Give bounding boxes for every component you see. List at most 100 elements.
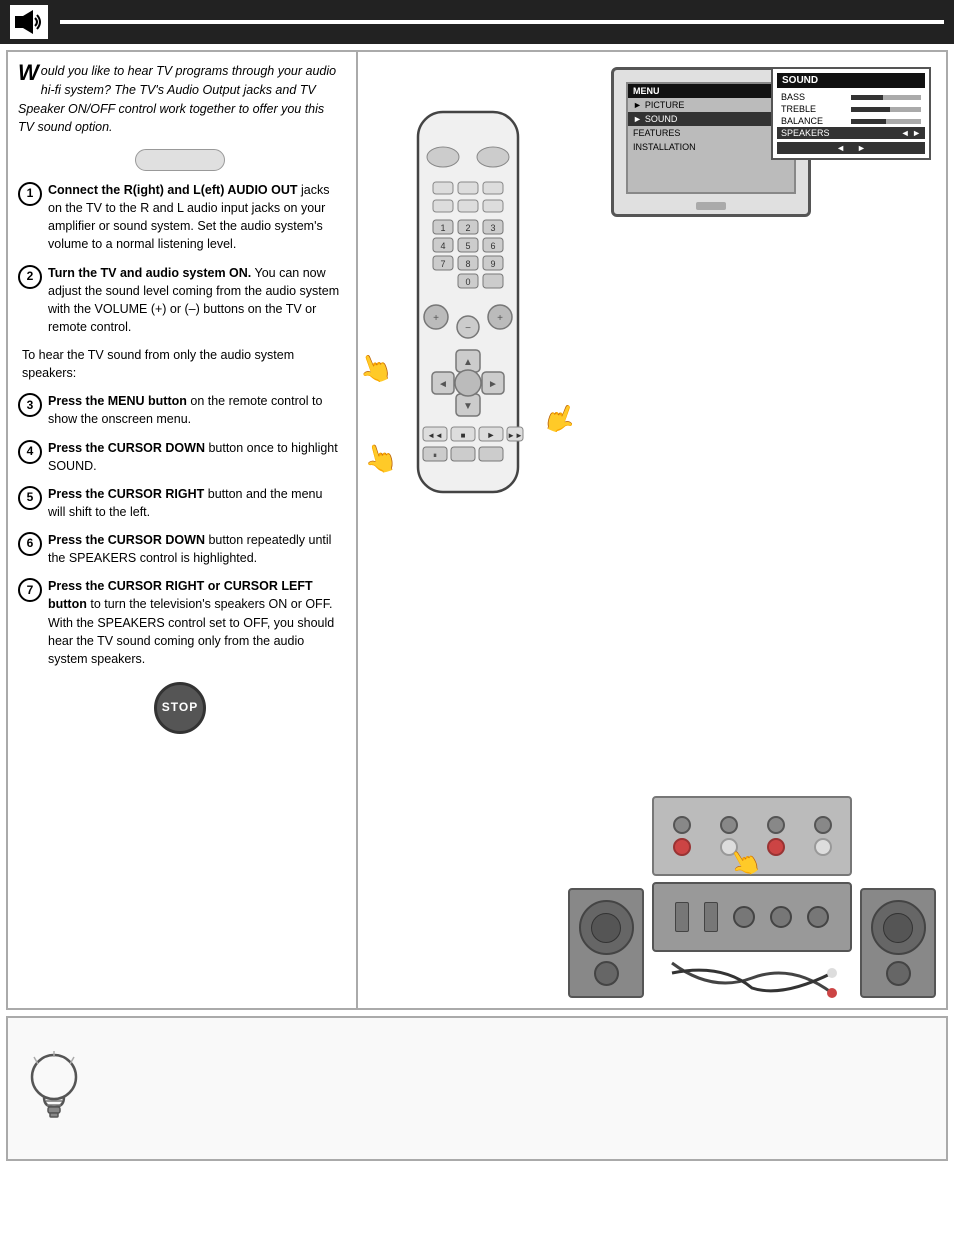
step-7-num: 7 (18, 578, 42, 602)
left-speaker (568, 888, 644, 998)
arrow-bar: ◄► (777, 142, 925, 154)
speaker-icon-box (10, 5, 48, 39)
jack-red-1 (673, 838, 691, 856)
stop-badge-area: STOP (18, 682, 342, 734)
amp-dial-3 (807, 906, 829, 928)
svg-text:⏸: ⏸ (433, 451, 437, 460)
sound-item-balance: BALANCE (777, 115, 925, 127)
center-unit (652, 796, 852, 998)
remote-control-illustration: 1 2 3 4 5 6 7 8 (388, 102, 548, 555)
speaker-cone-large (579, 900, 634, 955)
tv-menu-area: MENU ►PICTURE ►SOUND FEATURES INSTALLATI… (601, 67, 931, 227)
step-5: 5 Press the CURSOR RIGHT button and the … (18, 485, 342, 521)
step-5-bold: Press the CURSOR RIGHT (48, 487, 204, 501)
jack-1 (673, 816, 691, 834)
header-bar (0, 0, 954, 44)
svg-text:5: 5 (465, 241, 470, 251)
cables-svg (652, 958, 852, 998)
step-6: 6 Press the CURSOR DOWN button repeatedl… (18, 531, 342, 567)
tv-menu-header: MENU (628, 84, 794, 98)
amp-slot-2 (704, 902, 718, 932)
amp-slot-1 (675, 902, 689, 932)
step-3: 3 Press the MENU button on the remote co… (18, 392, 342, 428)
svg-text:9: 9 (490, 259, 495, 269)
stop-label: STOP (162, 699, 198, 716)
decorative-pill (135, 149, 225, 171)
stop-button: STOP (154, 682, 206, 734)
right-illustration-panel: MENU ►PICTURE ►SOUND FEATURES INSTALLATI… (358, 52, 946, 1008)
speaker-cone-inner (591, 913, 621, 943)
sound-item-treble: TREBLE (777, 103, 925, 115)
tv-menu-item-picture: ►PICTURE (628, 98, 794, 112)
step-7: 7 Press the CURSOR RIGHT or CURSOR LEFT … (18, 577, 342, 668)
step-2-text: Turn the TV and audio system ON. You can… (48, 264, 342, 337)
svg-text:0: 0 (465, 277, 470, 287)
right-speaker-cone-inner (883, 913, 913, 943)
svg-text:►►: ►► (507, 431, 523, 440)
intro-text: ould you like to hear TV programs throug… (18, 64, 336, 134)
step-5-num: 5 (18, 486, 42, 510)
step-2: 2 Turn the TV and audio system ON. You c… (18, 264, 342, 337)
step-1-num: 1 (18, 182, 42, 206)
intro-paragraph: Would you like to hear TV programs throu… (18, 62, 342, 137)
svg-text:2: 2 (465, 223, 470, 233)
step-4-text: Press the CURSOR DOWN button once to hig… (48, 439, 342, 475)
step-2-bold: Turn the TV and audio system ON. (48, 266, 251, 280)
svg-text:1: 1 (440, 223, 445, 233)
tv-stand (696, 202, 726, 210)
step-1-bold: Connect the R(ight) and L(eft) AUDIO OUT (48, 183, 298, 197)
jack-4 (814, 816, 832, 834)
svg-text:6: 6 (490, 241, 495, 251)
step-7-rest: to turn the television's speakers ON or … (48, 597, 334, 665)
right-speaker (860, 888, 936, 998)
sound-submenu-screen: SOUND BASS TREBLE BALANCE (771, 67, 931, 160)
step-6-num: 6 (18, 532, 42, 556)
step-5-text: Press the CURSOR RIGHT button and the me… (48, 485, 342, 521)
main-content: Would you like to hear TV programs throu… (6, 50, 948, 1010)
svg-text:◄◄: ◄◄ (427, 431, 443, 440)
speaker-icon (13, 8, 45, 36)
right-speaker-cone-large (871, 900, 926, 955)
step-4-num: 4 (18, 440, 42, 464)
step-4-bold: Press the CURSOR DOWN (48, 441, 205, 455)
tv-menu-item-install: INSTALLATION (628, 140, 794, 154)
tv-menu-item-features: FEATURES (628, 126, 794, 140)
svg-text:+: + (497, 313, 503, 324)
plain-text-transition: To hear the TV sound from only the audio… (18, 346, 342, 382)
tv-menu-item-sound: ►SOUND (628, 112, 794, 126)
remote-svg: 1 2 3 4 5 6 7 8 (388, 102, 548, 552)
step-1: 1 Connect the R(ight) and L(eft) AUDIO O… (18, 181, 342, 254)
tip-box (6, 1016, 948, 1161)
step-3-bold: Press the MENU button (48, 394, 187, 408)
step-7-text: Press the CURSOR RIGHT or CURSOR LEFT bu… (48, 577, 342, 668)
step-6-text: Press the CURSOR DOWN button repeatedly … (48, 531, 342, 567)
jack-3 (767, 816, 785, 834)
speaker-cone-small (594, 961, 619, 986)
svg-text:►: ► (487, 430, 496, 440)
illustration-container: MENU ►PICTURE ►SOUND FEATURES INSTALLATI… (358, 52, 946, 1008)
svg-text:◄: ◄ (438, 379, 448, 390)
jack-2 (720, 816, 738, 834)
svg-text:▲: ▲ (463, 357, 473, 368)
step-1-text: Connect the R(ight) and L(eft) AUDIO OUT… (48, 181, 342, 254)
lightbulb-icon (24, 1049, 84, 1129)
svg-text:−: − (465, 323, 471, 334)
step-3-num: 3 (18, 393, 42, 417)
svg-text:8: 8 (465, 259, 470, 269)
step-3-text: Press the MENU button on the remote cont… (48, 392, 342, 428)
svg-text:+: + (433, 313, 439, 324)
amplifier-unit (652, 882, 852, 952)
svg-text:7: 7 (440, 259, 445, 269)
step-6-bold: Press the CURSOR DOWN (48, 533, 205, 547)
step-2-num: 2 (18, 265, 42, 289)
amp-dial-2 (770, 906, 792, 928)
sound-item-bass: BASS (777, 91, 925, 103)
drop-cap: W (18, 62, 39, 84)
step-4: 4 Press the CURSOR DOWN button once to h… (18, 439, 342, 475)
svg-text:▼: ▼ (463, 401, 473, 412)
sound-item-speakers: SPEAKERS ◄ ► (777, 127, 925, 139)
sound-menu-title: SOUND (777, 73, 925, 88)
svg-text:3: 3 (490, 223, 495, 233)
svg-text:►: ► (488, 379, 498, 390)
left-instructions-panel: Would you like to hear TV programs throu… (8, 52, 358, 1008)
